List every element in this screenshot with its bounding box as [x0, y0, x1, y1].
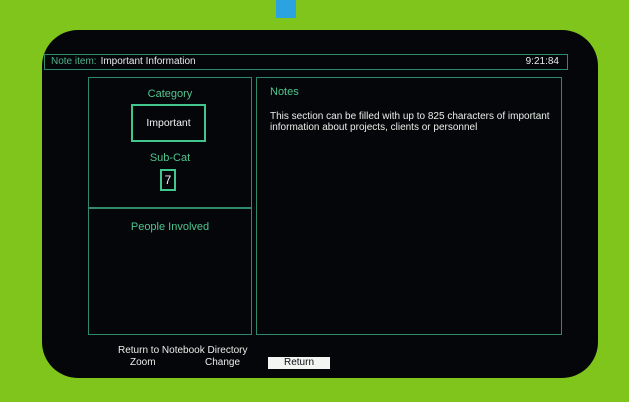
top-accent-bar [276, 0, 296, 18]
subcat-field[interactable]: 7 [160, 169, 176, 191]
title-bar: Note item: Important Information 9:21:84 [44, 54, 568, 70]
subcat-title: Sub-Cat [149, 152, 191, 164]
zoom-command[interactable]: Zoom [130, 357, 156, 368]
footer-prompt: Return to Notebook Directory [118, 345, 248, 356]
notes-panel[interactable]: Notes This section can be filled with up… [256, 77, 562, 335]
note-item-value: Important Information [100, 56, 196, 67]
notes-text[interactable]: This section can be filled with up to 82… [270, 111, 550, 133]
category-title: Category [147, 88, 193, 100]
people-title: People Involved [130, 221, 210, 233]
category-panel: Category Important Sub-Cat 7 [88, 77, 252, 208]
category-field[interactable]: Important [131, 104, 206, 142]
clock-time: 9:21:84 [525, 56, 559, 67]
people-panel[interactable]: People Involved [88, 208, 252, 335]
note-item-label: Note item: [51, 56, 97, 67]
return-command[interactable]: Return [268, 357, 330, 369]
change-command[interactable]: Change [205, 357, 240, 368]
notes-title: Notes [270, 86, 299, 98]
